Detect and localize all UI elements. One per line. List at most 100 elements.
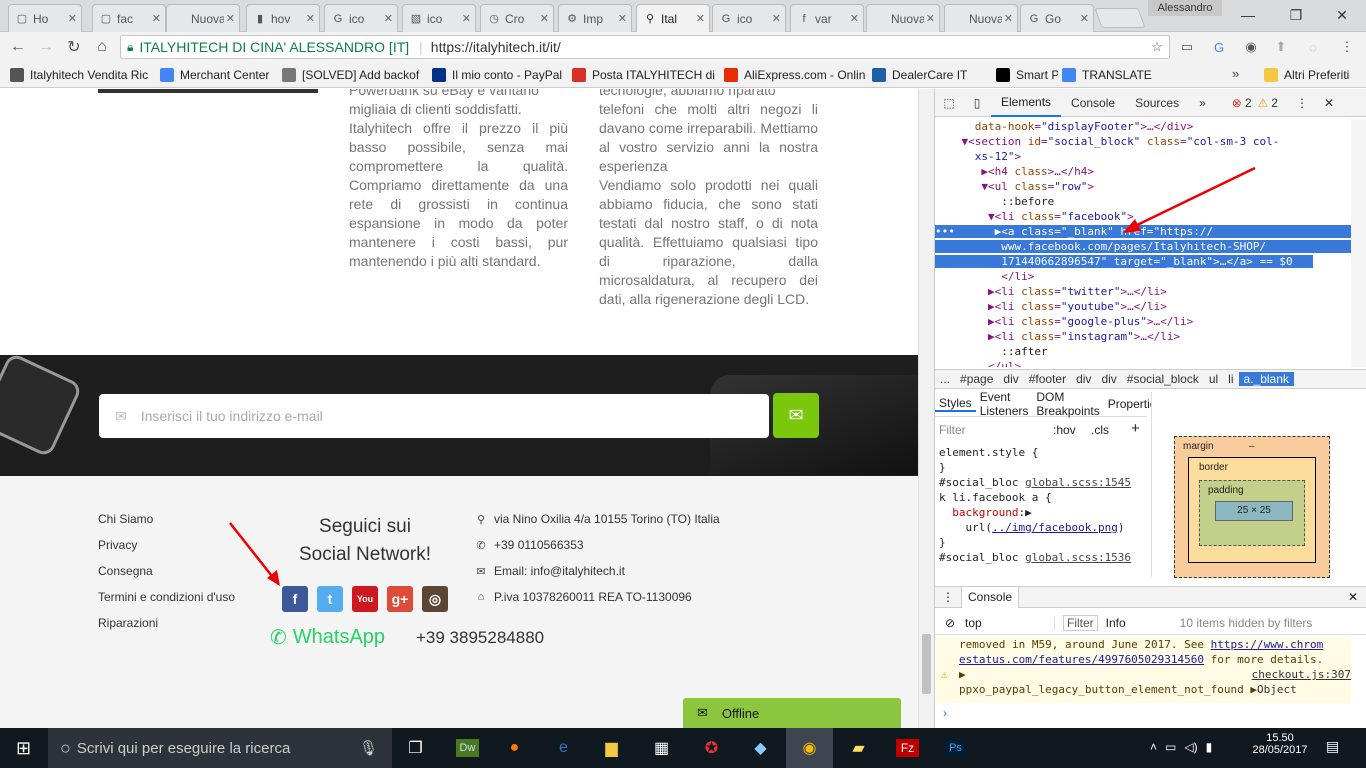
- add-rule-icon[interactable]: +: [1131, 420, 1140, 437]
- drawer-close-icon[interactable]: ✕: [1348, 590, 1358, 604]
- error-icon[interactable]: ⊗: [1232, 96, 1242, 110]
- chat-widget[interactable]: ✉ Offline: [683, 698, 901, 728]
- taskbar-search[interactable]: ○ Scrivi qui per eseguire la ricerca 🎙︎: [48, 728, 392, 768]
- tab-close-icon[interactable]: ✕: [772, 12, 781, 25]
- clock[interactable]: 15.50 28/05/2017: [1252, 732, 1308, 756]
- tab-10[interactable]: f var ✕: [790, 4, 864, 32]
- translate-ext-icon[interactable]: G: [1208, 36, 1230, 58]
- page-scrollbar[interactable]: [918, 89, 934, 728]
- system-tray[interactable]: ˄ ▭ ◁) ▮: [1150, 740, 1212, 754]
- cls-toggle[interactable]: .cls: [1091, 423, 1109, 437]
- tab-close-icon[interactable]: ✕: [152, 12, 161, 25]
- tab-9[interactable]: Gico ✕: [712, 4, 786, 32]
- tab-close-icon[interactable]: ✕: [926, 12, 935, 25]
- chrome-icon[interactable]: ◉: [786, 728, 833, 768]
- console-filter[interactable]: Filter: [1063, 614, 1098, 631]
- bookmark-item[interactable]: AliExpress.com - Onlin: [724, 62, 868, 88]
- filezilla-icon[interactable]: Fz: [895, 739, 920, 757]
- breadcrumb-item[interactable]: #footer: [1024, 372, 1071, 386]
- facebook-icon[interactable]: f: [282, 586, 308, 612]
- cast-icon[interactable]: ▭: [1176, 36, 1198, 58]
- breadcrumb-item[interactable]: #social_block: [1122, 372, 1204, 386]
- footer-link[interactable]: Chi Siamo: [98, 512, 153, 526]
- breadcrumb-item[interactable]: ...: [935, 372, 955, 386]
- styles-filter[interactable]: Filter: [939, 423, 966, 437]
- breadcrumb-item[interactable]: a._blank: [1238, 372, 1294, 386]
- dom-tree[interactable]: data-hook="displayFooter">…</div> ▼<sect…: [935, 119, 1351, 367]
- drawer-menu-icon[interactable]: ⋮: [935, 590, 961, 604]
- instagram-icon[interactable]: ◎: [422, 586, 448, 612]
- more-tabs-icon[interactable]: »: [1189, 89, 1216, 117]
- tab-close-icon[interactable]: ✕: [306, 12, 315, 25]
- scrollbar-thumb[interactable]: [922, 634, 931, 694]
- bookmark-item[interactable]: Smart Pro: [996, 62, 1058, 88]
- notifications-icon[interactable]: ▤: [1326, 738, 1339, 755]
- menu-icon[interactable]: ⋮: [1336, 36, 1358, 58]
- profile-button[interactable]: Alessandro: [1148, 0, 1222, 16]
- bookmark-item[interactable]: Merchant Center: [160, 62, 278, 88]
- device-icon[interactable]: ▯: [963, 96, 991, 110]
- tab-0[interactable]: ▢ Ho ✕: [8, 4, 82, 32]
- bookmark-item[interactable]: Posta ITALYHITECH di: [572, 62, 720, 88]
- breadcrumb-item[interactable]: ul: [1204, 372, 1223, 386]
- styles-rules[interactable]: element.style { } #social_bloc global.sc…: [939, 445, 1135, 577]
- tab-6[interactable]: ◷ Cro ✕: [480, 4, 554, 32]
- twitter-icon[interactable]: t: [317, 586, 343, 612]
- close-icon[interactable]: ✕: [1318, 0, 1366, 30]
- inspect-icon[interactable]: ⬚: [935, 96, 963, 110]
- tab-4[interactable]: Gico ✕: [324, 4, 398, 32]
- new-tab-button[interactable]: [1094, 8, 1146, 28]
- tab-close-icon[interactable]: ✕: [540, 12, 549, 25]
- home-icon[interactable]: ⌂: [88, 32, 116, 62]
- explorer-icon[interactable]: ▆: [588, 728, 635, 768]
- footer-link[interactable]: Consegna: [98, 564, 153, 578]
- tab-2[interactable]: Nuova ✕: [166, 4, 240, 32]
- tab-close-icon[interactable]: ✕: [462, 12, 471, 25]
- tab-event-listeners[interactable]: Event Listeners: [976, 390, 1033, 418]
- devtools-menu-icon[interactable]: ⋮: [1296, 96, 1308, 110]
- whatsapp-link[interactable]: ✆ WhatsApp: [270, 625, 385, 650]
- footer-link[interactable]: Termini e condizioni d'uso: [98, 590, 235, 604]
- tab-7[interactable]: ⚙ Imp ✕: [558, 4, 632, 32]
- tab-close-icon[interactable]: ✕: [226, 12, 235, 25]
- back-icon[interactable]: ←: [4, 32, 32, 62]
- footer-link[interactable]: Riparazioni: [98, 616, 158, 630]
- hov-toggle[interactable]: :hov: [1053, 423, 1076, 437]
- tab-12[interactable]: Nuova ✕: [944, 4, 1018, 32]
- app2-icon[interactable]: ◆: [737, 728, 784, 768]
- tab-close-icon[interactable]: ✕: [68, 12, 77, 25]
- tab-11[interactable]: Nuova ✕: [866, 4, 940, 32]
- tab-styles[interactable]: Styles: [935, 396, 976, 412]
- newsletter-submit-button[interactable]: ✉: [773, 393, 819, 438]
- bookmark-item[interactable]: TRANSLATE: [1062, 62, 1172, 88]
- tab-3[interactable]: ▮ hov ✕: [246, 4, 320, 32]
- forward-icon[interactable]: →: [32, 32, 60, 62]
- maximize-icon[interactable]: ❐: [1272, 0, 1320, 30]
- minimize-icon[interactable]: —: [1224, 0, 1272, 30]
- photoshop-icon[interactable]: Ps: [945, 739, 966, 757]
- youtube-icon[interactable]: You: [352, 586, 378, 612]
- tab-console[interactable]: Console: [1061, 89, 1125, 117]
- bookmark-item[interactable]: DealerCare IT: [872, 62, 992, 88]
- sticky-notes-icon[interactable]: ▰: [835, 728, 882, 768]
- edge-icon[interactable]: e: [540, 728, 587, 768]
- breadcrumb-item[interactable]: div: [1071, 372, 1096, 386]
- extension-icon[interactable]: ◉: [1240, 36, 1262, 58]
- tab-close-icon[interactable]: ✕: [384, 12, 393, 25]
- task-view-icon[interactable]: ❒: [392, 728, 439, 768]
- calculator-icon[interactable]: ▦: [638, 728, 685, 768]
- tab-close-icon[interactable]: ✕: [1080, 12, 1089, 25]
- star-icon[interactable]: ☆: [1146, 36, 1168, 58]
- devtools-close-icon[interactable]: ✕: [1324, 96, 1334, 110]
- drawer-tab-console[interactable]: Console: [961, 586, 1020, 608]
- breadcrumb-item[interactable]: li: [1223, 372, 1238, 386]
- tab-8[interactable]: ⚲ Ital ✕: [636, 4, 710, 32]
- tab-sources[interactable]: Sources: [1125, 89, 1189, 117]
- windows-start-icon[interactable]: ⊞: [0, 728, 47, 768]
- tab-elements[interactable]: Elements: [991, 89, 1062, 117]
- reload-icon[interactable]: ↻: [60, 32, 88, 62]
- tab-13[interactable]: G Go ✕: [1020, 4, 1094, 32]
- breadcrumb-item[interactable]: div: [998, 372, 1023, 386]
- extension3-icon[interactable]: ◌: [1302, 36, 1324, 58]
- context-select[interactable]: top: [965, 615, 1055, 630]
